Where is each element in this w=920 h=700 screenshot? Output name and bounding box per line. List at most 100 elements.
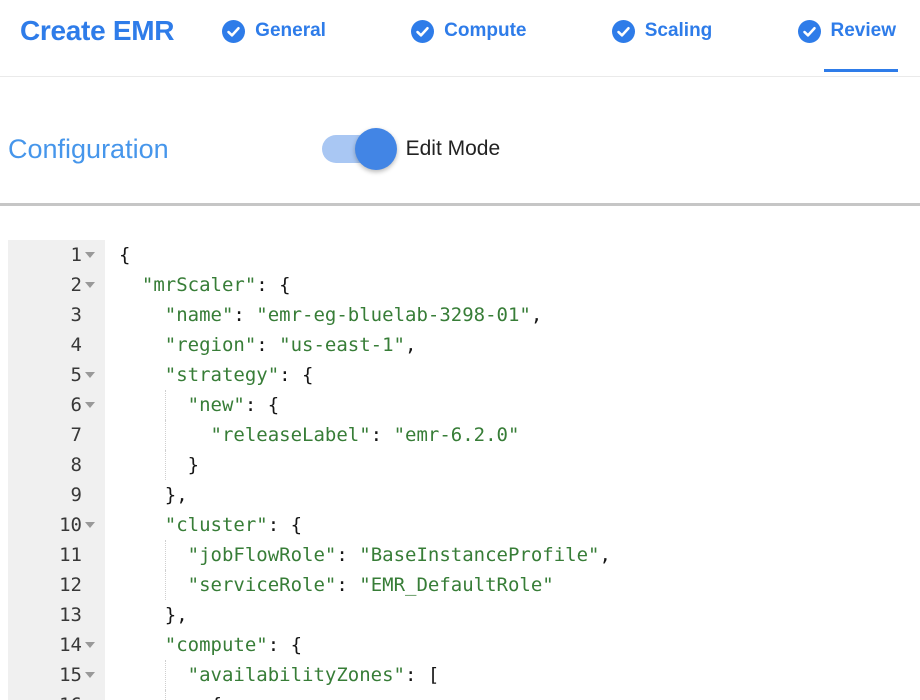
code-line[interactable]: "jobFlowRole": "BaseInstanceProfile", [105,540,920,570]
gutter-row: 8 [8,450,105,480]
fold-collapse-arrow-icon[interactable] [85,672,95,678]
line-number: 3 [71,304,82,326]
gutter-row: 12 [8,570,105,600]
indent-guide [165,450,166,480]
code-line[interactable]: "new": { [105,390,920,420]
line-number: 5 [71,364,82,386]
line-number: 16 [59,694,82,700]
page-title: Create EMR [20,15,174,47]
json-string-token: "availabilityZones" [188,664,405,686]
json-string-token: "us-east-1" [279,334,405,356]
edit-mode-toggle[interactable] [322,135,394,163]
gutter-row: 7 [8,420,105,450]
line-number: 7 [71,424,82,446]
json-punctuation-token: }, [165,604,188,626]
code-line[interactable]: "mrScaler": { [105,270,920,300]
code-line[interactable]: { [105,240,920,270]
line-number: 9 [71,484,82,506]
line-number: 13 [59,604,82,626]
code-line[interactable]: { [105,690,920,700]
step-general[interactable]: General [222,0,326,62]
fold-collapse-arrow-icon[interactable] [85,642,95,648]
json-string-token: "jobFlowRole" [188,544,337,566]
configuration-section-header: Configuration Edit Mode [0,127,920,171]
json-punctuation-token: : [256,334,279,356]
gutter-row: 1 [8,240,105,270]
gutter-row: 11 [8,540,105,570]
gutter-row: 10 [8,510,105,540]
line-number: 6 [71,394,82,416]
indent-guide [165,570,166,600]
code-line[interactable]: }, [105,480,920,510]
check-circle-icon [798,20,821,43]
code-line[interactable]: "availabilityZones": [ [105,660,920,690]
code-line[interactable]: "serviceRole": "EMR_DefaultRole" [105,570,920,600]
code-line[interactable]: "cluster": { [105,510,920,540]
json-string-token: "mrScaler" [142,274,256,296]
gutter-row: 14 [8,630,105,660]
code-line[interactable]: "compute": { [105,630,920,660]
indent-guide [165,660,166,690]
wizard-header: Create EMR General Compute Scaling Review [0,0,920,77]
fold-collapse-arrow-icon[interactable] [85,522,95,528]
step-label: General [255,20,326,42]
code-line[interactable]: "name": "emr-eg-bluelab-3298-01", [105,300,920,330]
check-circle-icon [612,20,635,43]
step-review[interactable]: Review [798,0,896,62]
code-line[interactable]: "region": "us-east-1", [105,330,920,360]
json-punctuation-token: { [211,694,222,700]
json-string-token: "EMR_DefaultRole" [359,574,553,596]
fold-collapse-arrow-icon[interactable] [85,372,95,378]
gutter-row: 9 [8,480,105,510]
check-circle-icon [411,20,434,43]
line-number: 4 [71,334,82,356]
step-compute[interactable]: Compute [411,0,526,62]
gutter-row: 15 [8,660,105,690]
json-punctuation-token: , [405,334,416,356]
code-line[interactable]: "releaseLabel": "emr-6.2.0" [105,420,920,450]
json-config-editor[interactable]: 12345678910111213141516 { "mrScaler": { … [8,240,920,700]
json-punctuation-token: : [336,544,359,566]
json-string-token: "releaseLabel" [211,424,371,446]
step-label: Review [831,20,896,42]
json-string-token: "region" [165,334,257,356]
json-punctuation-token: : { [268,634,302,656]
editor-code-area[interactable]: { "mrScaler": { "name": "emr-eg-bluelab-… [105,240,920,700]
json-punctuation-token: : [371,424,394,446]
json-string-token: "name" [165,304,234,326]
line-number: 11 [59,544,82,566]
json-punctuation-token: , [531,304,542,326]
json-punctuation-token: , [599,544,610,566]
json-punctuation-token: : { [256,274,290,296]
json-punctuation-token: { [119,244,130,266]
json-string-token: "emr-eg-bluelab-3298-01" [256,304,531,326]
indent-guide [165,690,166,700]
json-string-token: "strategy" [165,364,279,386]
wizard-steps: General Compute Scaling Review [222,0,896,62]
line-number: 14 [59,634,82,656]
json-string-token: "BaseInstanceProfile" [359,544,599,566]
code-line[interactable]: }, [105,600,920,630]
json-punctuation-token: : { [279,364,313,386]
active-step-underline [824,69,898,72]
gutter-row: 3 [8,300,105,330]
fold-collapse-arrow-icon[interactable] [85,282,95,288]
line-number: 10 [59,514,82,536]
json-string-token: "compute" [165,634,268,656]
fold-collapse-arrow-icon[interactable] [85,252,95,258]
configuration-title: Configuration [8,134,169,165]
fold-collapse-arrow-icon[interactable] [85,402,95,408]
section-divider [0,203,920,206]
gutter-row: 13 [8,600,105,630]
code-line[interactable]: } [105,450,920,480]
code-line[interactable]: "strategy": { [105,360,920,390]
step-label: Scaling [645,20,713,42]
json-punctuation-token: } [188,454,199,476]
line-number: 8 [71,454,82,476]
step-scaling[interactable]: Scaling [612,0,713,62]
line-number: 12 [59,574,82,596]
json-string-token: "cluster" [165,514,268,536]
json-punctuation-token: : { [245,394,279,416]
line-number: 1 [71,244,82,266]
editor-gutter: 12345678910111213141516 [8,240,105,700]
